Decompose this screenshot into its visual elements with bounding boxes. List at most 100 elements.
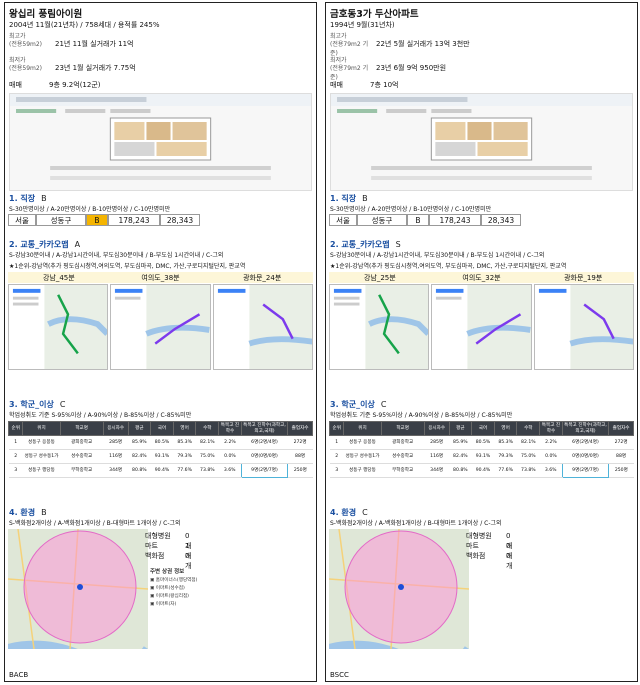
school-cell: 75.0% xyxy=(516,449,540,464)
school-cell: 성동구 행당동 xyxy=(22,463,61,478)
job-value-2: 28,343 xyxy=(160,214,200,226)
school-cell: 성동구 성수동1가 xyxy=(22,449,61,464)
route-gwanghwamun: 광화문_19분 xyxy=(564,273,603,282)
commerce-legend: 주변 상권 정보 ▣ 홈마이너스(행당역점) ▣ 이마트(성수점) ▣ 이마트(왕십… xyxy=(150,565,245,609)
facility-item: 마트 1개 xyxy=(145,541,191,560)
school-cell: 3.6% xyxy=(218,463,242,478)
facility-label: 마트 xyxy=(466,542,479,550)
facility-item: 백화점 0개 xyxy=(466,551,512,570)
school-cell: 73.8% xyxy=(195,463,219,478)
route-headers: 강남_45분 여의도_38분 광화문_24분 xyxy=(8,272,313,283)
school-cell: 250명 xyxy=(608,463,634,478)
school-cell: 93.1% xyxy=(471,449,495,464)
min-price-type: (전용59m2) xyxy=(9,65,43,72)
school-col-header: 영어 xyxy=(172,421,197,436)
facility-label: 백화점 xyxy=(145,552,165,560)
route-gwanghwamun: 광화문_24분 xyxy=(243,273,282,282)
apartment-panel-right: 금호동3가 두산아파트 1994년 9월(31년차) 최고가 (전용79m2 기… xyxy=(325,2,638,682)
route-headers: 강남_25분 여의도_32분 광화문_19분 xyxy=(329,272,634,283)
route-map-gwanghwamun xyxy=(533,284,634,370)
school-cell: 90.4% xyxy=(471,463,495,478)
school-cell: 285명 xyxy=(424,435,450,450)
school-cell: 1 xyxy=(329,435,344,450)
school-cell: 82.4% xyxy=(449,449,472,464)
facility-label: 백화점 xyxy=(466,552,486,560)
facility-item: 백화점 0개 xyxy=(145,551,191,570)
env-heading: 4. 환경 C xyxy=(330,508,368,517)
legend-title: 주변 상권 정보 xyxy=(150,569,185,575)
job-district-row: 서울 성동구 B 178,243 28,343 xyxy=(329,214,634,226)
apartment-name: 금호동3가 두산아파트 xyxy=(330,9,419,20)
facility-item: 대형병원 0개 xyxy=(466,531,512,550)
school-cell: 0.0% xyxy=(218,449,242,464)
school-cell: 성동구 행당동 xyxy=(343,463,382,478)
school-cell: 85.3% xyxy=(494,435,517,450)
job-value-2: 28,343 xyxy=(481,214,521,226)
school-cell: 77.6% xyxy=(494,463,517,478)
school-criteria: 학업성취도 기준 S-95%이상 / A-90%이상 / B-85%이상 / C… xyxy=(330,412,513,419)
school-cell: 90.4% xyxy=(150,463,174,478)
school-table: 순위 위치 학교명 응시자수 평균 국어 영어 수학 특목고 진학수 특목고 진학수(과학고,외고… xyxy=(7,421,313,478)
school-cell: 0.0% xyxy=(539,449,563,464)
facility-value: 0개 xyxy=(506,552,513,570)
school-col-header: 평균 xyxy=(448,421,473,436)
apartment-panel-left: 왕십리 풍림아이원 2004년 11월(21년차) / 758세대 / 용적률 … xyxy=(4,2,317,682)
school-criteria: 학업성취도 기준 S-95%이상 / A-90%이상 / B-85%이상 / C… xyxy=(9,412,192,419)
route-map-gwanghwamun xyxy=(212,284,313,370)
school-cell: 2.2% xyxy=(539,435,563,450)
route-map-yeouido xyxy=(110,284,211,370)
facility-counts: 대형병원 0개 마트 0개 백화점 0개 xyxy=(466,531,512,570)
school-cell: 9명(2명/7명) xyxy=(240,463,289,478)
school-row: 3 성동구 행당동 무학중학교 344명 80.8% 90.4% 77.6% 73.8% 3.6… xyxy=(8,463,313,478)
school-cell: 85.9% xyxy=(128,435,151,450)
school-cell: 0명(0명/0명) xyxy=(562,449,609,464)
school-cell: 116명 xyxy=(424,449,450,464)
facility-label: 마트 xyxy=(145,542,158,550)
legend-item: ▣ 이마트(자) xyxy=(150,602,177,607)
build-info: 1994년 9월(31년차) xyxy=(330,21,395,29)
school-col-header: 위치 xyxy=(22,421,61,436)
job-city: 서울 xyxy=(8,214,36,226)
school-cell: 82.1% xyxy=(195,435,219,450)
env-heading: 4. 환경 B xyxy=(9,508,47,517)
route-map-gangnam xyxy=(329,284,430,370)
sale-value: 7층 10억 xyxy=(370,81,399,89)
grade-code: BSCC xyxy=(330,671,349,679)
school-cell: 성동구 응봉동 xyxy=(343,435,382,450)
school-cell: 285명 xyxy=(103,435,129,450)
transport-criteria: S-강남30분이내 / A-강남1시간이내, 부도심30분이내 / B-부도심 … xyxy=(9,252,224,259)
school-col-header: 학교명 xyxy=(380,421,425,436)
route-maps xyxy=(329,284,634,370)
job-district-grade: B xyxy=(86,214,108,226)
school-cell: 82.1% xyxy=(516,435,540,450)
school-cell: 3 xyxy=(329,463,344,478)
school-col-header: 위치 xyxy=(343,421,382,436)
school-col-header: 학교명 xyxy=(59,421,104,436)
school-row: 2 성동구 성수동1가 성수중학교 116명 82.4% 93.1% 79.3% 75.0% 0… xyxy=(329,449,634,464)
route-map-yeouido xyxy=(431,284,532,370)
school-heading: 3. 학군_이상 C xyxy=(9,400,66,409)
min-price-value: 23년 1월 실거래가 7.75억 xyxy=(55,64,136,72)
transport-note: ★1순위-강남역(추가 핑도심시청역,여의도역, 부도심마곡, DMC, 가산,… xyxy=(9,263,246,270)
school-cell: 85.3% xyxy=(173,435,196,450)
school-cell: 성수중학교 xyxy=(60,449,104,464)
school-heading: 3. 학군_이상 C xyxy=(330,400,387,409)
legend-item: ▣ 홈마이너스(행당역점) xyxy=(150,578,198,583)
school-cell: 무학중학교 xyxy=(381,463,425,478)
min-price-type: (전용79m2 기준) xyxy=(330,65,369,81)
build-info: 2004년 11월(21년차) / 758세대 / 용적률 245% xyxy=(9,21,160,29)
transport-criteria: S-강남30분이내 / A-강남1시간이내, 부도심30분이내 / B-부도심 … xyxy=(330,252,545,259)
school-col-header: 국어 xyxy=(150,421,174,436)
school-col-header: 수학 xyxy=(516,421,541,436)
school-col-header: 응시자수 xyxy=(423,421,450,436)
grade-code: BACB xyxy=(9,671,29,679)
route-yeouido: 여의도_32분 xyxy=(462,273,501,282)
school-cell: 80.8% xyxy=(128,463,151,478)
school-col-header: 순위 xyxy=(328,421,345,436)
school-cell: 광희중학교 xyxy=(60,435,104,450)
facility-label: 대형병원 xyxy=(145,532,171,540)
school-col-header: 영어 xyxy=(493,421,518,436)
job-criteria: S-30만명이상 / A-20만명이상 / B-10만명이상 / C-10만명미… xyxy=(9,206,171,213)
school-col-header: 응시자수 xyxy=(102,421,129,436)
school-cell: 80.5% xyxy=(150,435,174,450)
